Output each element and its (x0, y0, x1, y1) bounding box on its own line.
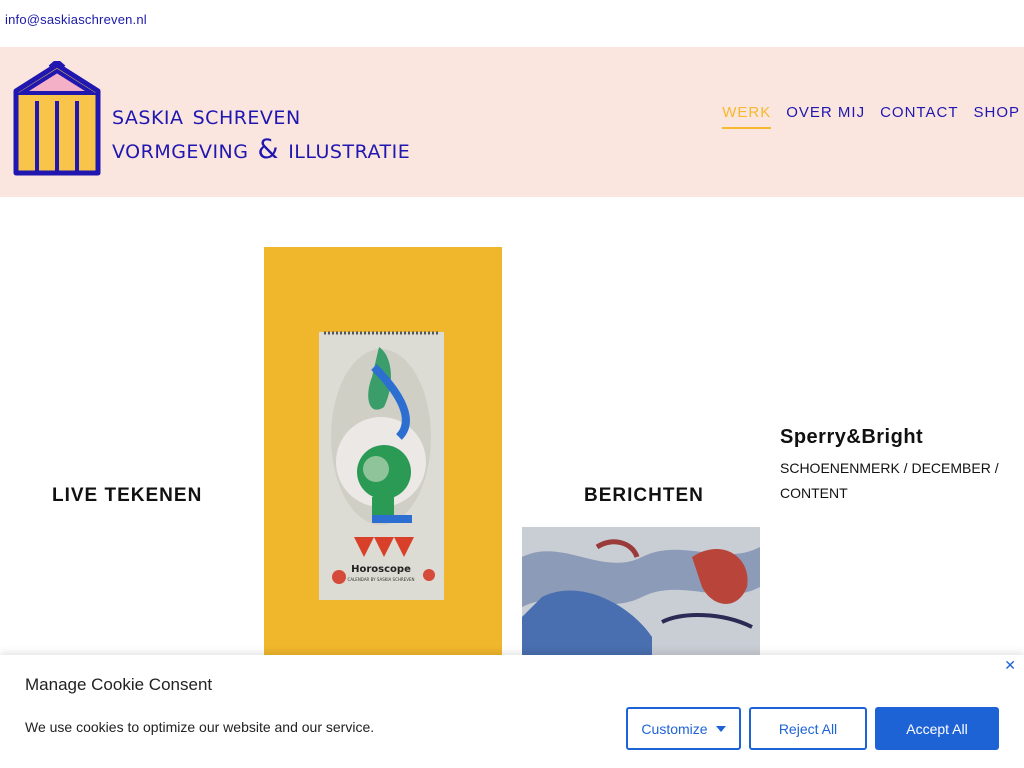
card-title-live-tekenen[interactable]: LIVE TEKENEN (52, 485, 202, 507)
main-nav: WERK OVER MIJ CONTACT SHOP (722, 104, 1020, 129)
nav-contact[interactable]: CONTACT (880, 104, 958, 129)
card-title-berichten[interactable]: BERICHTEN (584, 485, 704, 507)
accept-all-button[interactable]: Accept All (875, 707, 999, 750)
nav-shop[interactable]: SHOP (973, 104, 1020, 129)
caret-down-icon (715, 725, 726, 732)
berichten-image[interactable] (522, 527, 760, 657)
brand-line-2: vormgeving & illustratie (112, 134, 411, 165)
customize-button[interactable]: Customize (626, 707, 741, 750)
brand-name[interactable]: saskia schreven vormgeving & illustratie (112, 99, 410, 167)
reject-all-button[interactable]: Reject All (749, 707, 867, 750)
project-subtitle: SCHOENENMERK / DECEMBER / CONTENT (780, 460, 999, 501)
customize-label: Customize (641, 720, 708, 737)
cookie-banner: Manage Cookie Consent ✕ We use cookies t… (0, 655, 1024, 768)
calendar-caption: CALENDAR BY SASKIA SCHREVEN (348, 577, 415, 582)
brand-line-1: saskia schreven (112, 100, 301, 131)
calendar-title: Horoscope (351, 564, 411, 575)
nav-werk[interactable]: WERK (722, 104, 772, 129)
calendar-image[interactable]: Horoscope CALENDAR BY SASKIA SCHREVEN (264, 247, 502, 657)
email-link[interactable]: info@saskiaschreven.nl (5, 12, 147, 27)
project-title-sperry-bright[interactable]: Sperry&Bright (780, 426, 923, 449)
house-logo-icon[interactable] (12, 61, 102, 179)
site-header: saskia schreven vormgeving & illustratie… (0, 47, 1024, 197)
nav-over-mij[interactable]: OVER MIJ (786, 104, 865, 129)
top-bar: info@saskiaschreven.nl (0, 0, 1024, 47)
cookie-message: We use cookies to optimize our website a… (25, 719, 375, 735)
cookie-title: Manage Cookie Consent (25, 675, 213, 694)
close-icon[interactable]: ✕ (1004, 657, 1016, 674)
